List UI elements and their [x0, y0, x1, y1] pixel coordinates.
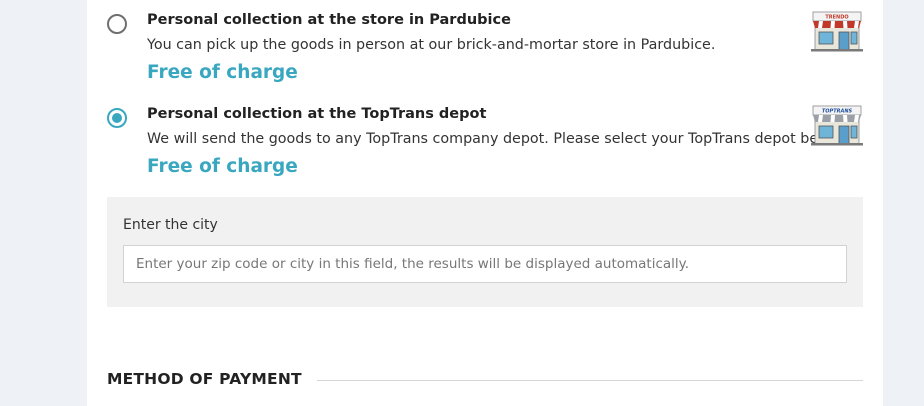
checkout-card: Personal collection at the store in Pard… [87, 0, 883, 406]
section-divider [317, 380, 863, 381]
radio-selected-dot [112, 113, 122, 123]
option-title: Personal collection at the TopTrans depo… [147, 106, 487, 122]
option-description: We will send the goods to any TopTrans c… [147, 131, 846, 147]
radio-button-pardubice-store[interactable] [107, 14, 127, 34]
store-icon: TOPTRANS [811, 105, 863, 146]
city-label: Enter the city [123, 217, 218, 233]
option-title: Personal collection at the store in Pard… [147, 12, 511, 28]
radio-button-toptrans-depot[interactable] [107, 108, 127, 128]
city-search-panel: Enter the city [107, 197, 863, 307]
store-sign-text: TRENDO [825, 15, 848, 21]
option-price: Free of charge [147, 156, 298, 177]
city-search-input[interactable] [123, 245, 847, 283]
store-icon: TRENDO [811, 11, 863, 52]
store-sign-text: TOPTRANS [822, 109, 853, 115]
payment-section-title: METHOD OF PAYMENT [107, 370, 302, 388]
option-price: Free of charge [147, 62, 298, 83]
option-description: You can pick up the goods in person at o… [147, 37, 716, 53]
